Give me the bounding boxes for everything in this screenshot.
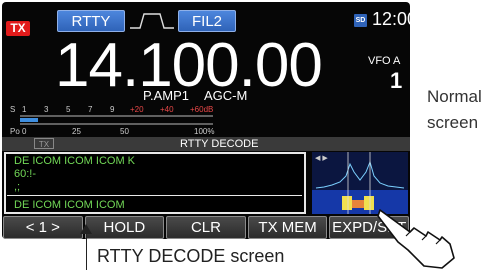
preamp-indicator: P.AMP1 bbox=[143, 88, 190, 103]
po-meter-bar bbox=[20, 118, 38, 122]
decode-line: 60:!- bbox=[14, 168, 37, 180]
s-meter-label: S bbox=[10, 105, 15, 114]
decode-tx-indicator: TX bbox=[34, 138, 54, 149]
s-tick-plus20: +20 bbox=[130, 105, 144, 114]
s-tick-9: 9 bbox=[110, 105, 115, 114]
s-tick-plus60: +60dB bbox=[190, 105, 213, 114]
callout-line bbox=[86, 232, 87, 270]
decode-divider bbox=[7, 195, 302, 196]
vfo-label: VFO A bbox=[368, 55, 401, 67]
hold-softkey[interactable]: HOLD bbox=[84, 216, 165, 239]
sd-card-icon: SD bbox=[354, 14, 367, 27]
softkey-bar: < 1 > HOLD CLR TX MEM EXPD/SET bbox=[2, 216, 410, 239]
vfo-number: 1 bbox=[390, 68, 403, 93]
normal-screen-label: Normal screen bbox=[427, 87, 482, 132]
filter-button[interactable]: FIL2 bbox=[178, 10, 236, 32]
s-tick-3: 3 bbox=[44, 105, 49, 114]
s-tick-7: 7 bbox=[88, 105, 93, 114]
mode-button[interactable]: RTTY bbox=[57, 10, 125, 32]
filter-shape-icon bbox=[130, 13, 174, 29]
po-tick-0: 0 bbox=[22, 127, 27, 136]
decode-screen-caption: RTTY DECODE screen bbox=[97, 246, 285, 266]
po-tick-100: 100% bbox=[194, 127, 214, 136]
clr-softkey[interactable]: CLR bbox=[166, 216, 246, 239]
decode-line: ,; bbox=[14, 181, 21, 193]
s-tick-5: 5 bbox=[66, 105, 71, 114]
decode-line: DE ICOM ICOM ICOM bbox=[14, 199, 125, 211]
clock: 12:00 bbox=[372, 9, 410, 29]
tx-indicator: TX bbox=[6, 21, 30, 36]
signal-meter: S 1 3 5 7 9 +20 +40 +60dB Po 0 25 50 100… bbox=[10, 105, 214, 136]
scope-arrows-icon: ◀ ▶ bbox=[315, 155, 328, 162]
rtty-decode-area[interactable]: DE ICOM ICOM ICOM K 60:!- ,; DE ICOM ICO… bbox=[4, 152, 306, 214]
pointing-hand-icon bbox=[377, 209, 455, 269]
agc-indicator: AGC-M bbox=[204, 88, 248, 103]
decode-line: DE ICOM ICOM ICOM K bbox=[14, 155, 135, 167]
transceiver-screen: TX RTTY FIL2 SD 12:00 14.100.00 VFO A 1 … bbox=[2, 2, 410, 239]
decode-title: RTTY DECODE bbox=[180, 138, 259, 150]
po-tick-25: 25 bbox=[72, 127, 81, 136]
po-meter-label: Po bbox=[10, 127, 20, 136]
po-tick-50: 50 bbox=[120, 127, 129, 136]
s-tick-1: 1 bbox=[22, 105, 27, 114]
page-softkey[interactable]: < 1 > bbox=[3, 216, 83, 239]
s-tick-plus40: +40 bbox=[160, 105, 174, 114]
tx-mem-softkey[interactable]: TX MEM bbox=[247, 216, 328, 239]
